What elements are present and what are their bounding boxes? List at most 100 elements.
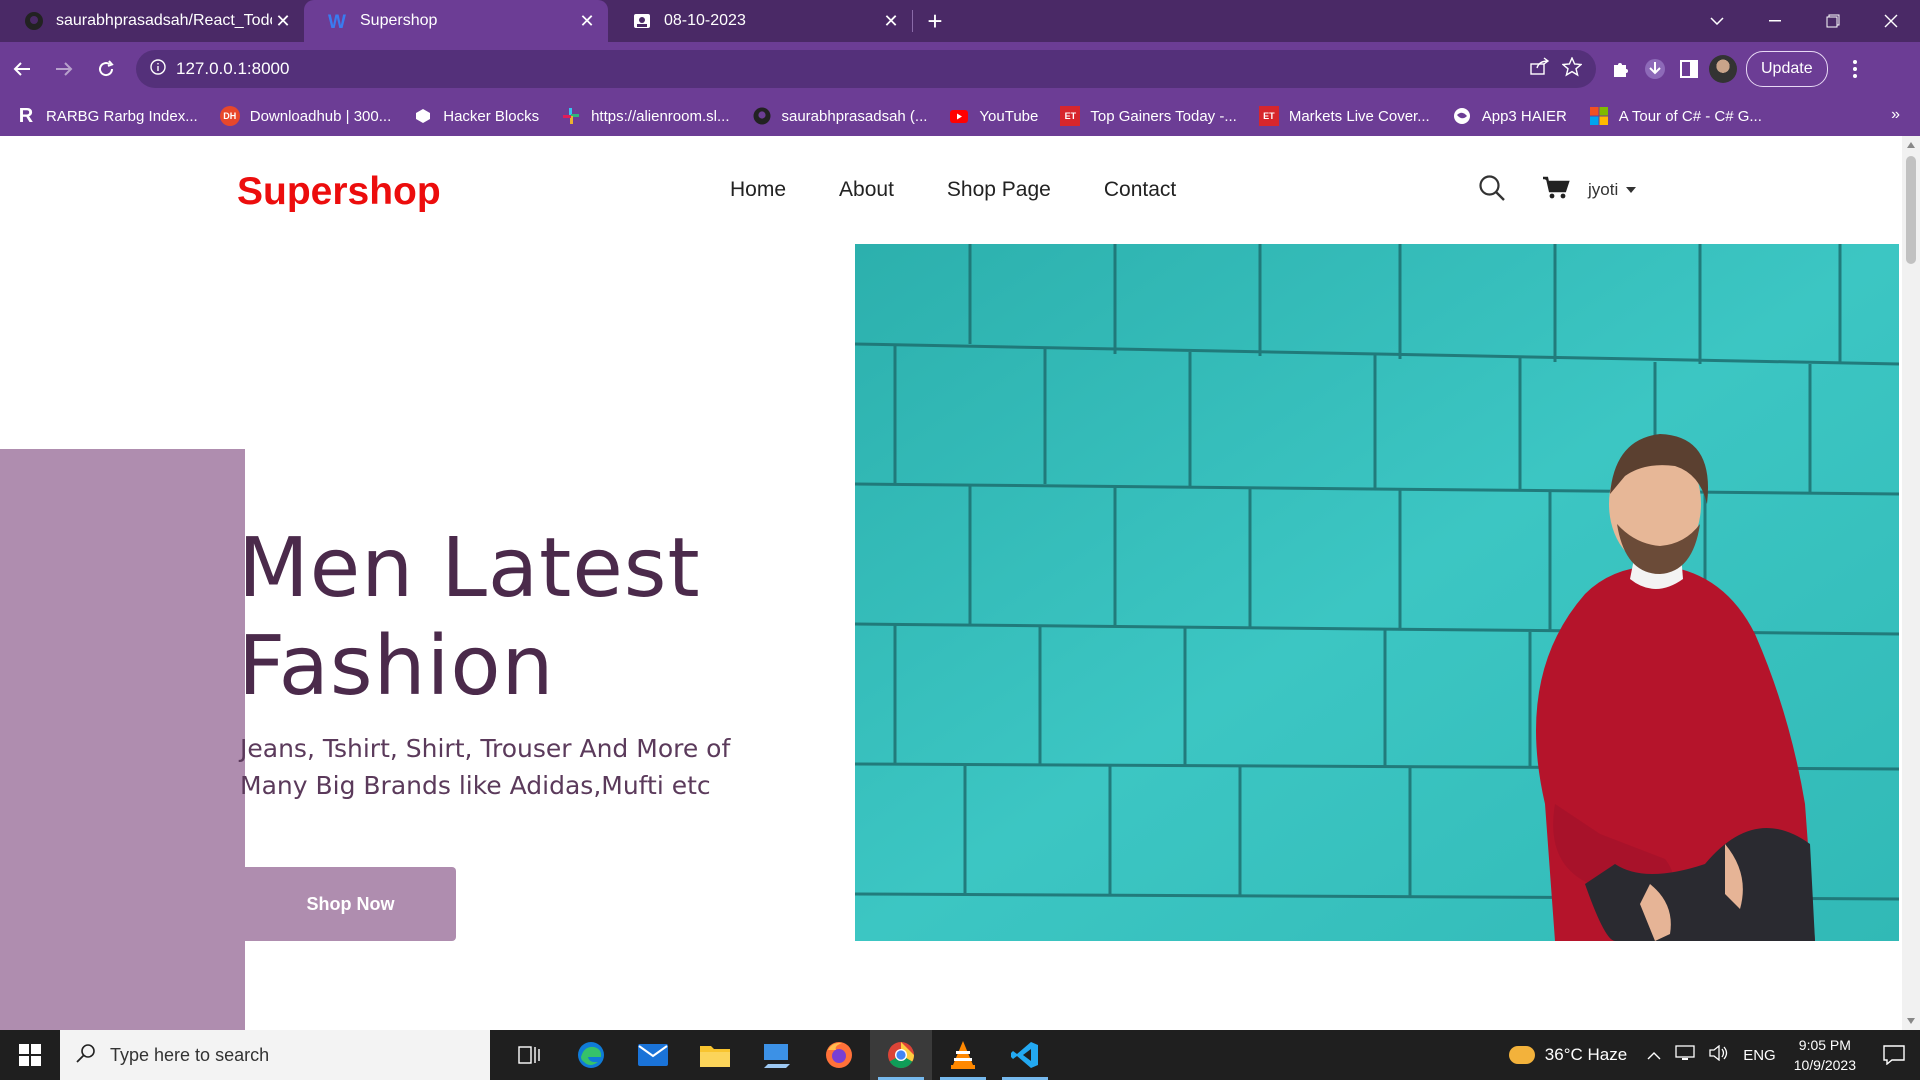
close-tab-icon[interactable]: ✕ [272, 11, 294, 32]
slack-icon [561, 106, 581, 126]
weather-widget[interactable]: 36°C Haze [1508, 1045, 1628, 1065]
scrollbar-thumb[interactable] [1906, 156, 1916, 264]
windows-taskbar: Type here to search 36°C Haze ENG 9:05 P… [0, 1030, 1920, 1080]
side-panel-icon[interactable] [1672, 52, 1706, 86]
hero-image [855, 244, 1899, 941]
show-hidden-icons-chevron-icon[interactable] [1647, 1047, 1661, 1064]
download-extension-icon[interactable] [1638, 52, 1672, 86]
profile-avatar[interactable] [1706, 52, 1740, 86]
share-icon[interactable] [1530, 56, 1550, 82]
main-nav: Home About Shop Page Contact [730, 178, 1176, 202]
hero-accent-block [0, 449, 245, 1030]
scroll-up-arrow-icon[interactable] [1907, 142, 1915, 148]
cart-icon[interactable] [1542, 176, 1570, 205]
microsoft-icon [1589, 106, 1609, 126]
bookmark-downloadhub[interactable]: DH Downloadhub | 300... [219, 106, 391, 126]
window-controls [1688, 0, 1920, 42]
tab-title: saurabhprasadsah/React_Todo-/ [56, 12, 272, 29]
tab-search-chevron-icon[interactable] [1688, 0, 1746, 42]
vscode-icon[interactable] [994, 1030, 1056, 1080]
bookmark-label: https://alienroom.sl... [591, 107, 730, 125]
tab-strip: saurabhprasadsah/React_Todo-/ ✕ W Supers… [0, 0, 1920, 42]
bookmark-top-gainers[interactable]: ET Top Gainers Today -... [1060, 106, 1237, 126]
caret-down-icon [1626, 187, 1637, 193]
nav-home[interactable]: Home [730, 178, 786, 202]
tab-title: 08-10-2023 [664, 12, 746, 29]
reload-icon[interactable] [86, 49, 126, 89]
bookmark-label: RARBG Rarbg Index... [46, 107, 198, 125]
webpage: Supershop Home About Shop Page Contact j… [0, 136, 1902, 1030]
bookmark-csharp-tour[interactable]: A Tour of C# - C# G... [1589, 106, 1762, 126]
task-view-icon[interactable] [498, 1030, 560, 1080]
user-dropdown[interactable]: jyoti [1588, 180, 1637, 200]
address-bar[interactable]: 127.0.0.1:8000 [136, 50, 1596, 88]
network-icon[interactable] [1675, 1045, 1695, 1065]
tab-github-repo[interactable]: saurabhprasadsah/React_Todo-/ ✕ [0, 0, 304, 42]
mail-icon[interactable] [622, 1030, 684, 1080]
nav-shop-page[interactable]: Shop Page [947, 178, 1051, 202]
extensions-puzzle-icon[interactable] [1604, 52, 1638, 86]
remote-desktop-icon[interactable] [746, 1030, 808, 1080]
man-red-sweater-brick-wall-photo [855, 244, 1899, 941]
bookmark-markets-live[interactable]: ET Markets Live Cover... [1258, 106, 1430, 126]
hero-subtitle: Jeans, Tshirt, Shirt, Trouser And More o… [240, 734, 731, 800]
tab-supershop[interactable]: W Supershop ✕ [304, 0, 608, 42]
bookmark-label: Hacker Blocks [443, 107, 540, 125]
browser-menu-icon[interactable] [1838, 52, 1872, 86]
update-button[interactable]: Update [1746, 51, 1828, 87]
page-scrollbar[interactable] [1902, 136, 1920, 1030]
bookmark-rarbg[interactable]: R RARBG Rarbg Index... [16, 105, 198, 127]
et-icon: ET [1258, 106, 1279, 126]
bookmark-github-profile[interactable]: saurabhprasadsah (... [752, 106, 928, 126]
bookmark-star-icon[interactable] [1561, 55, 1583, 82]
minimize-icon[interactable] [1746, 0, 1804, 42]
windows-start-icon[interactable] [0, 1030, 60, 1080]
weather-text: 36°C Haze [1544, 1045, 1628, 1064]
w-logo-icon: W [328, 11, 348, 31]
site-logo[interactable]: Supershop [237, 170, 441, 214]
clock-time: 9:05 PM [1798, 1037, 1851, 1053]
edge-icon[interactable] [560, 1030, 622, 1080]
firefox-icon[interactable] [808, 1030, 870, 1080]
forward-arrow-icon[interactable] [44, 49, 84, 89]
more-bookmarks-chevron[interactable]: » [1891, 106, 1900, 124]
clock-date: 10/9/2023 [1793, 1057, 1856, 1073]
bookmark-app3-haier[interactable]: App3 HAIER [1452, 106, 1567, 126]
file-explorer-icon[interactable] [684, 1030, 746, 1080]
bookmark-label: Markets Live Cover... [1288, 107, 1430, 125]
language-indicator[interactable]: ENG [1743, 1047, 1776, 1064]
tab-date[interactable]: 08-10-2023 ✕ [608, 0, 912, 42]
taskbar-clock[interactable]: 9:05 PM 10/9/2023 [1794, 1035, 1856, 1075]
bookmark-label: Top Gainers Today -... [1090, 107, 1237, 125]
system-tray: 36°C Haze ENG 9:05 PM 10/9/2023 [1508, 1030, 1920, 1080]
close-tab-icon[interactable]: ✕ [576, 11, 598, 32]
new-tab-button[interactable]: + [913, 0, 957, 42]
scroll-down-arrow-icon[interactable] [1907, 1018, 1915, 1024]
bookmark-alienroom[interactable]: https://alienroom.sl... [561, 106, 730, 126]
volume-icon[interactable] [1709, 1044, 1729, 1065]
nav-contact[interactable]: Contact [1104, 178, 1176, 202]
hero-title-line-2: Fashion [238, 619, 555, 714]
hackerblocks-icon [413, 106, 433, 126]
close-window-icon[interactable] [1862, 0, 1920, 42]
bookmark-hacker-blocks[interactable]: Hacker Blocks [413, 106, 539, 126]
back-arrow-icon[interactable] [2, 49, 42, 89]
nav-about[interactable]: About [839, 178, 894, 202]
restore-icon[interactable] [1804, 0, 1862, 42]
avatar [1709, 55, 1737, 83]
chrome-icon[interactable] [870, 1030, 932, 1080]
site-info-icon[interactable] [150, 58, 166, 80]
search-icon[interactable] [1478, 174, 1506, 207]
github-icon [24, 11, 44, 31]
taskbar-search-box[interactable]: Type here to search [60, 1030, 490, 1080]
shop-now-button[interactable]: Shop Now [245, 867, 456, 941]
bookmark-label: saurabhprasadsah (... [781, 107, 928, 125]
user-name: jyoti [1588, 180, 1619, 199]
close-tab-icon[interactable]: ✕ [880, 11, 902, 32]
bookmark-youtube[interactable]: YouTube [949, 106, 1038, 126]
et-icon: ET [1060, 106, 1081, 126]
downloadhub-icon: DH [219, 106, 240, 126]
notification-center-icon[interactable] [1876, 1045, 1912, 1065]
url-text[interactable]: 127.0.0.1:8000 [176, 59, 289, 79]
vlc-icon[interactable] [932, 1030, 994, 1080]
